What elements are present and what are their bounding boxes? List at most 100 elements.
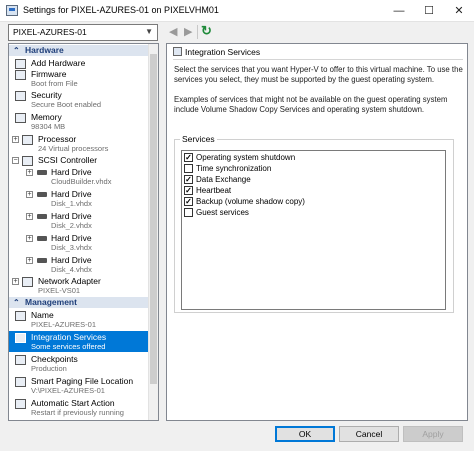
tree-item-hard-drive-2[interactable]: + Hard Drive Disk_1.vhdx <box>9 188 150 209</box>
tree-item-label: SCSI Controller <box>38 155 98 165</box>
expand-plus-icon[interactable]: + <box>12 136 19 143</box>
shield-icon <box>15 91 26 101</box>
tree-item-processor[interactable]: + Processor 24 Virtual processors <box>9 133 150 154</box>
panel-title: Integration Services <box>185 47 261 57</box>
automatic-start-icon <box>15 399 26 409</box>
checkbox-checked[interactable]: ✓ <box>184 175 193 184</box>
tree-item-name[interactable]: Name PIXEL-AZURES-01 <box>9 309 150 330</box>
panel-description: Select the services that you want Hyper-… <box>174 65 463 84</box>
service-label: Operating system shutdown <box>196 153 296 162</box>
integration-services-panel: Integration Services Select the services… <box>166 43 468 421</box>
tree-item-sub: PIXEL-VS01 <box>38 286 81 295</box>
hard-drive-icon <box>37 170 47 175</box>
tree-item-security[interactable]: Security Secure Boot enabled <box>9 89 150 110</box>
collapse-chevron-icon: ⌃ <box>13 46 20 55</box>
name-icon <box>15 311 26 321</box>
checkbox-checked[interactable]: ✓ <box>184 153 193 162</box>
apply-button[interactable]: Apply <box>403 426 463 442</box>
service-label: Data Exchange <box>196 175 251 184</box>
checkbox[interactable] <box>184 208 193 217</box>
network-adapter-icon <box>22 277 33 287</box>
tree-item-automatic-start[interactable]: Automatic Start Action Restart if previo… <box>9 397 150 418</box>
services-checklist[interactable]: ✓ Operating system shutdown Time synchro… <box>181 150 446 310</box>
window-title: Settings for PIXEL-AZURES-01 on PIXELVHM… <box>23 5 219 15</box>
expand-plus-icon[interactable]: + <box>26 213 33 220</box>
services-group-label: Services <box>180 134 217 144</box>
checkbox[interactable] <box>184 164 193 173</box>
tree-scrollbar[interactable] <box>148 44 158 420</box>
tree-item-sub: Disk_4.vhdx <box>51 265 92 274</box>
collapse-minus-icon[interactable]: − <box>12 157 19 164</box>
cancel-button[interactable]: Cancel <box>339 426 399 442</box>
panel-examples-note: Examples of services that might not be a… <box>174 95 448 114</box>
tree-item-hard-drive-5[interactable]: + Hard Drive Disk_4.vhdx <box>9 254 150 275</box>
management-header-label: Management <box>25 297 77 307</box>
tree-item-label: Hard Drive <box>51 189 92 199</box>
tree-item-sub: PIXEL-AZURES-01 <box>31 320 97 329</box>
tree-item-integration-services[interactable]: Integration Services Some services offer… <box>9 331 150 352</box>
tree-item-sub: Some services offered <box>31 342 106 351</box>
tree-item-label: Hard Drive <box>51 255 92 265</box>
forward-arrow-icon[interactable]: ▶ <box>184 25 192 38</box>
tree-item-label: Hard Drive <box>51 167 92 177</box>
tree-item-sub: 98304 MB <box>31 122 66 131</box>
tree-item-smart-paging[interactable]: Smart Paging File Location V:\PIXEL-AZUR… <box>9 375 150 396</box>
hard-drive-icon <box>37 214 47 219</box>
tree-item-label: Memory <box>31 112 62 122</box>
integration-services-icon <box>15 333 26 343</box>
tree-item-checkpoints[interactable]: Checkpoints Production <box>9 353 150 374</box>
checkbox-checked[interactable]: ✓ <box>184 186 193 195</box>
hard-drive-icon <box>37 258 47 263</box>
tree-item-hard-drive-1[interactable]: + Hard Drive CloudBuilder.vhdx <box>9 166 150 187</box>
tree-item-label: Security <box>31 90 62 100</box>
tree-item-sub: Secure Boot enabled <box>31 100 102 109</box>
ok-button[interactable]: OK <box>275 426 335 442</box>
expand-plus-icon[interactable]: + <box>12 278 19 285</box>
hard-drive-icon <box>37 192 47 197</box>
tree-item-sub: Disk_2.vhdx <box>51 221 92 230</box>
tree-item-network-adapter[interactable]: + Network Adapter PIXEL-VS01 <box>9 275 150 296</box>
tree-item-label: Network Adapter <box>38 276 101 286</box>
maximize-button[interactable]: ☐ <box>414 0 444 22</box>
memory-icon <box>15 113 26 123</box>
settings-app-icon <box>6 5 18 16</box>
refresh-icon[interactable]: ↻ <box>201 23 212 39</box>
tree-item-sub: V:\PIXEL-AZURES-01 <box>31 386 105 395</box>
tree-item-hard-drive-3[interactable]: + Hard Drive Disk_2.vhdx <box>9 210 150 231</box>
vm-selector-value: PIXEL-AZURES-01 <box>13 27 87 37</box>
expand-plus-icon[interactable]: + <box>26 191 33 198</box>
folder-icon <box>15 377 26 387</box>
hard-drive-icon <box>37 236 47 241</box>
expand-plus-icon[interactable]: + <box>26 257 33 264</box>
tree-item-memory[interactable]: Memory 98304 MB <box>9 111 150 132</box>
tree-item-sub: CloudBuilder.vhdx <box>51 177 112 186</box>
hardware-section-header[interactable]: ⌃ Hardware <box>9 45 150 56</box>
tree-item-label: Hard Drive <box>51 233 92 243</box>
minimize-button[interactable]: — <box>384 0 414 22</box>
tree-item-label: Automatic Start Action <box>31 398 115 408</box>
service-label: Time synchronization <box>196 164 272 173</box>
checkbox-checked[interactable]: ✓ <box>184 197 193 206</box>
integration-services-icon <box>173 47 182 56</box>
tree-item-label: Firmware <box>31 69 67 79</box>
expand-plus-icon[interactable]: + <box>26 169 33 176</box>
service-label: Guest services <box>196 208 249 217</box>
tree-item-label: Processor <box>38 134 77 144</box>
settings-tree[interactable]: ⌃ Hardware Add Hardware Firmware Boot fr… <box>8 43 159 421</box>
tree-item-label: Checkpoints <box>31 354 78 364</box>
tree-item-firmware[interactable]: Firmware Boot from File <box>9 68 150 89</box>
management-section-header[interactable]: ⌃ Management <box>9 297 150 308</box>
firmware-icon <box>15 70 26 80</box>
tree-item-label: Hard Drive <box>51 211 92 221</box>
vm-selector-dropdown[interactable]: PIXEL-AZURES-01 ▼ <box>8 24 158 41</box>
tree-item-hard-drive-4[interactable]: + Hard Drive Disk_3.vhdx <box>9 232 150 253</box>
expand-plus-icon[interactable]: + <box>26 235 33 242</box>
tree-scroll-thumb[interactable] <box>150 54 157 384</box>
service-label: Backup (volume shadow copy) <box>196 197 305 206</box>
close-button[interactable]: ✕ <box>444 0 474 22</box>
tree-item-label: Name <box>31 310 54 320</box>
back-arrow-icon[interactable]: ◀ <box>169 25 177 38</box>
scsi-controller-icon <box>22 156 33 166</box>
hardware-header-label: Hardware <box>25 45 64 55</box>
tree-item-label: Add Hardware <box>31 58 86 68</box>
